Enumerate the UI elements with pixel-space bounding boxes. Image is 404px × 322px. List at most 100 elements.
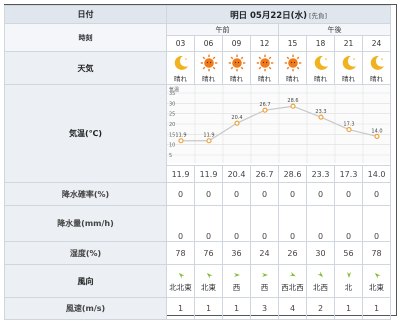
temperature-point	[318, 114, 324, 120]
temperature-cell: 14.0	[361, 165, 392, 183]
temperature-point	[290, 103, 296, 109]
temperature-point	[234, 120, 240, 126]
temperature-cell: 26.7	[250, 165, 279, 183]
sun-icon	[284, 54, 302, 72]
precip-amount-cell: 0	[306, 205, 335, 242]
hour-cell: 12	[250, 35, 279, 52]
temperature-point	[206, 138, 212, 144]
temperature-cell: 28.6	[278, 165, 307, 183]
wind-arrow-icon	[233, 272, 240, 277]
temperature-point-label: 11.9	[203, 133, 214, 139]
temperature-point-label: 11.9	[175, 133, 186, 139]
precip-amount-cell: 0	[361, 205, 392, 242]
wind-direction-cell: 北東	[361, 264, 392, 298]
temperature-point	[374, 133, 380, 139]
temperature-cell: 17.3	[334, 165, 363, 183]
precip-amount-cell: 0	[194, 205, 223, 242]
precip-probability-cell: 0	[250, 182, 279, 206]
wind-arrow-icon	[178, 272, 185, 279]
wind-direction-cell: 西	[250, 264, 279, 298]
sun-icon	[200, 54, 218, 72]
humidity-cell: 76	[194, 241, 223, 265]
y-tick-label: 15	[169, 132, 175, 138]
weather-label: 天気	[4, 51, 167, 85]
wind-speed-cell: 3	[250, 297, 279, 320]
humidity-cell: 56	[334, 241, 363, 265]
precip-probability-cell: 0	[194, 182, 223, 206]
wind-direction-row: 風向 北北東 北東 西 西 西北西 北西 北 北東	[4, 264, 392, 298]
humidity-cell: 24	[250, 241, 279, 265]
precip-amount-cell: 0	[222, 205, 251, 242]
weather-cell: 晴れ	[166, 51, 195, 85]
weather-text: 晴れ	[286, 74, 299, 83]
hour-cell: 21	[334, 35, 363, 52]
hourly-forecast-table: 日付 明日 05月22日(水) [先負] 時刻 午前 午後 03 06 09 12…	[4, 5, 392, 320]
precip-amount-row: 降水量(mm/h) 0 0 0 0 0 0 0 0	[4, 205, 392, 242]
temperature-point-label: 28.6	[287, 98, 298, 104]
precip-amount-cell: 0	[334, 205, 363, 242]
humidity-label: 湿度(%)	[4, 241, 167, 265]
wind-direction-cell: 北東	[194, 264, 223, 298]
y-tick-label: 10	[169, 143, 175, 149]
am-label: 午前	[166, 23, 279, 36]
wind-direction-text: 北東	[201, 282, 216, 292]
temperature-point	[178, 138, 184, 144]
date-header-row: 日付 明日 05月22日(水) [先負]	[4, 5, 392, 24]
wind-direction-label: 風向	[4, 264, 167, 298]
y-tick-label: 25	[169, 112, 175, 118]
weather-text: 晴れ	[342, 74, 355, 83]
y-axis-label: 気温	[169, 86, 179, 93]
wind-speed-cell: 1	[166, 297, 195, 320]
moon-icon	[172, 54, 190, 72]
weather-cell: 晴れ	[194, 51, 223, 85]
weather-text: 晴れ	[258, 74, 271, 83]
wind-speed-cell: 1	[334, 297, 363, 320]
wind-speed-cell: 4	[278, 297, 307, 320]
hour-cell: 18	[306, 35, 335, 52]
humidity-cell: 26	[278, 241, 307, 265]
sun-icon	[256, 54, 274, 72]
temperature-point-label: 14.0	[371, 128, 382, 134]
temperature-cell: 23.3	[306, 165, 335, 183]
hour-cell: 24	[361, 35, 392, 52]
rokuyo-badge: [先負]	[308, 11, 328, 20]
weather-cell: 晴れ	[250, 51, 279, 85]
moon-icon	[368, 54, 386, 72]
wind-arrow-icon	[316, 270, 323, 277]
moon-icon	[312, 54, 330, 72]
time-label: 時刻	[4, 23, 167, 52]
weather-cell: 晴れ	[361, 51, 392, 85]
wind-speed-cell: 2	[306, 297, 335, 320]
humidity-cell: 36	[222, 241, 251, 265]
temperature-point-label: 26.7	[259, 102, 270, 108]
humidity-cell: 30	[306, 241, 335, 265]
temperature-point	[346, 127, 352, 133]
precip-probability-cell: 0	[334, 182, 363, 206]
precip-probability-cell: 0	[361, 182, 392, 206]
humidity-row: 湿度(%) 78 76 36 24 26 30 56 78	[4, 241, 392, 265]
wind-arrow-icon	[261, 272, 268, 277]
wind-direction-text: 北西	[313, 282, 328, 292]
weather-text: 晴れ	[370, 74, 384, 83]
wind-speed-cell: 1	[361, 297, 392, 320]
temperature-cell: 20.4	[222, 165, 251, 183]
wind-direction-text: 北東	[369, 282, 385, 292]
precip-amount-cell: 0	[166, 205, 195, 242]
hour-cell: 03	[166, 35, 195, 52]
wind-direction-text: 北	[344, 282, 353, 292]
hour-cell: 09	[222, 35, 251, 52]
date-label: 日付	[4, 5, 167, 24]
temperature-cell: 11.9	[166, 165, 195, 183]
weather-row: 天気 晴れ 晴れ 晴れ 晴れ 晴れ 晴れ 晴れ 晴れ	[4, 51, 392, 85]
y-tick-label: 5	[169, 153, 172, 159]
precip-amount-cell: 0	[278, 205, 307, 242]
weather-cell: 晴れ	[306, 51, 335, 85]
weather-text: 晴れ	[202, 74, 215, 83]
precip-probability-cell: 0	[278, 182, 307, 206]
wind-direction-cell: 西	[222, 264, 251, 298]
forecast-date-text: 明日 05月22日(水)	[230, 10, 307, 21]
wind-direction-cell: 北西	[306, 264, 335, 298]
weather-cell: 晴れ	[222, 51, 251, 85]
temperature-point	[262, 107, 268, 113]
wind-arrow-icon	[374, 272, 381, 279]
